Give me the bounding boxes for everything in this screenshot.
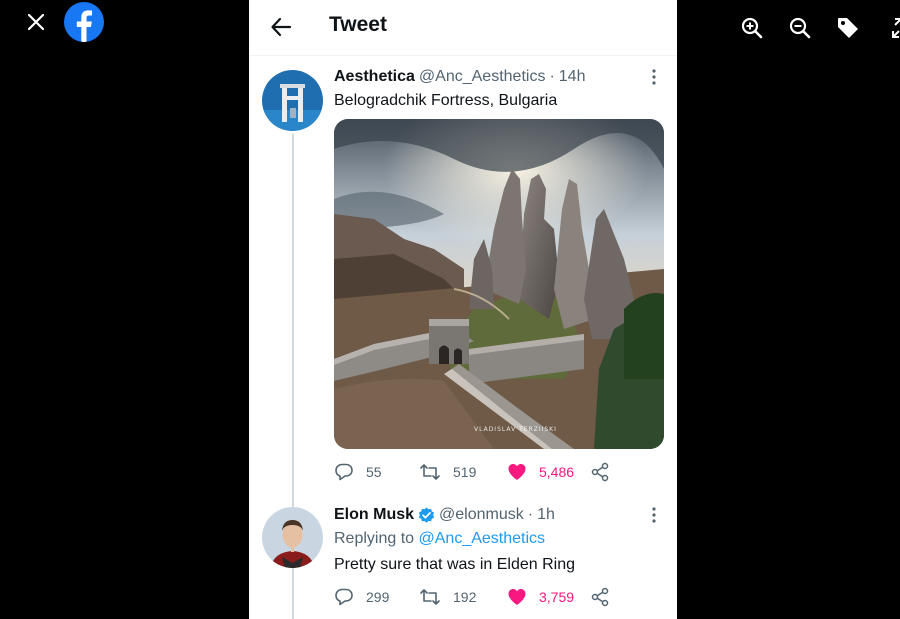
separator-dot: · [549, 68, 555, 85]
share-icon [591, 462, 609, 482]
retweet-count: 192 [453, 589, 477, 605]
tweet-photo[interactable]: VLADISLAV TERZIISKI [334, 119, 664, 449]
author-name[interactable]: Elon Musk [334, 506, 414, 524]
reply-button[interactable]: 55 [334, 462, 382, 482]
timestamp[interactable]: 1h [537, 506, 555, 524]
zoom-out-icon [789, 17, 811, 39]
share-icon [591, 587, 609, 607]
like-count: 5,486 [539, 464, 575, 480]
author-handle[interactable]: @Anc_Aesthetics [419, 68, 546, 86]
retweet-button[interactable]: 192 [419, 587, 476, 607]
avatar[interactable] [262, 70, 323, 131]
like-button[interactable]: 3,759 [507, 587, 574, 607]
tag-icon [838, 18, 858, 38]
reply-text: Pretty sure that was in Elden Ring [334, 556, 576, 573]
fortress-photo: VLADISLAV TERZIISKI [334, 119, 664, 449]
reply-count: 55 [366, 464, 382, 480]
back-button[interactable] [267, 14, 295, 40]
share-button[interactable] [591, 587, 621, 607]
like-count: 3,759 [539, 589, 575, 605]
page-title: Tweet [329, 13, 387, 36]
share-button[interactable] [591, 462, 621, 482]
heart-filled-icon [508, 589, 526, 605]
retweet-icon [420, 589, 440, 605]
reply-button[interactable]: 299 [334, 587, 389, 607]
zoom-in-icon [741, 17, 763, 39]
zoom-out-button[interactable] [786, 14, 814, 42]
verified-badge-icon [418, 507, 435, 524]
like-button[interactable]: 5,486 [507, 462, 574, 482]
separator-dot: · [527, 506, 534, 523]
timestamp[interactable]: 14h [559, 68, 586, 86]
tweet-header: Tweet [249, 0, 677, 56]
close-icon [27, 13, 45, 31]
aesthetica-avatar-image [262, 70, 323, 131]
reply-count: 299 [366, 589, 390, 605]
photo-watermark: VLADISLAV TERZIISKI [474, 426, 557, 433]
retweet-button[interactable]: 519 [419, 462, 476, 482]
reply-icon [335, 463, 353, 481]
arrow-left-icon [271, 17, 292, 37]
replying-to-label: Replying to [334, 530, 415, 547]
reply-author-row: Elon Musk @elonmusk · 1h [334, 506, 555, 524]
facebook-f-icon [76, 10, 92, 42]
replying-to-line: Replying to @Anc_Aesthetics [334, 530, 545, 548]
elon-musk-avatar-image [262, 507, 323, 568]
tweet-author-row: Aesthetica @Anc_Aesthetics · 14h [334, 68, 585, 86]
heart-filled-icon [508, 464, 526, 480]
facebook-logo[interactable] [64, 2, 104, 42]
retweet-count: 519 [453, 464, 477, 480]
zoom-in-button[interactable] [738, 14, 766, 42]
more-vertical-icon [652, 69, 656, 85]
more-options-button[interactable] [645, 506, 663, 524]
mention-link[interactable]: @Anc_Aesthetics [419, 530, 546, 547]
more-vertical-icon [652, 507, 656, 523]
avatar[interactable] [262, 507, 323, 568]
tag-photo-button[interactable] [834, 14, 862, 42]
author-handle[interactable]: @elonmusk [439, 506, 524, 524]
tweet-panel: Tweet Aesthetica @Anc_Aesthetics · 14h B… [249, 0, 677, 619]
fullscreen-icon [892, 18, 900, 38]
tweet-text: Belogradchik Fortress, Bulgaria [334, 92, 558, 109]
close-button[interactable] [22, 10, 50, 34]
author-name[interactable]: Aesthetica [334, 68, 415, 86]
fullscreen-button[interactable] [884, 14, 900, 42]
more-options-button[interactable] [645, 68, 663, 86]
reply-icon [335, 588, 353, 606]
retweet-icon [420, 464, 440, 480]
